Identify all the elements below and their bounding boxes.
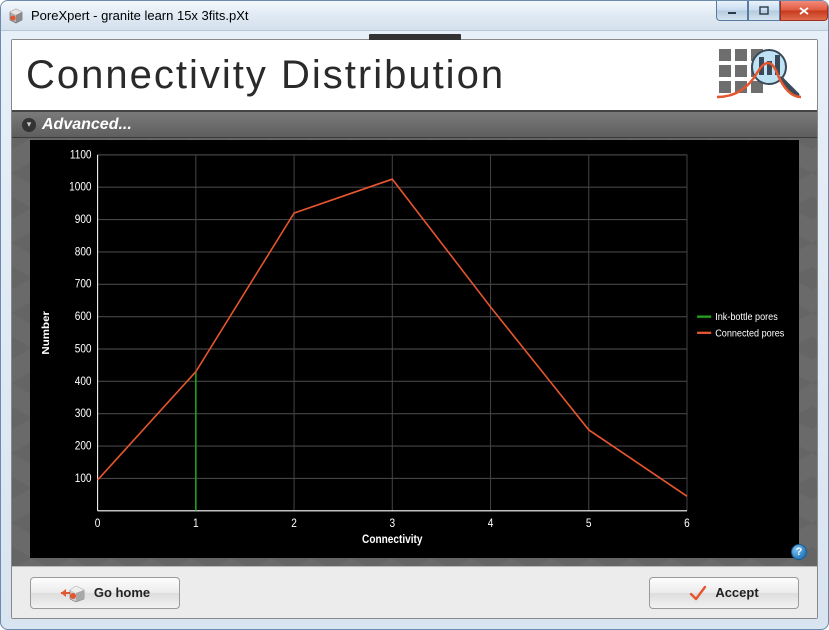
svg-text:900: 900 [75,213,92,226]
chart-area: 100 200 300 400 500 600 700 800 900 1000 1100 0 1 2 3 4… [12,138,817,566]
svg-text:1000: 1000 [69,181,91,194]
app-icon [7,7,25,25]
accept-label: Accept [715,585,758,600]
svg-text:3: 3 [389,517,395,530]
go-home-button[interactable]: Go home [30,577,180,609]
svg-text:300: 300 [75,408,92,421]
window-controls [716,1,828,21]
svg-text:4: 4 [488,517,494,530]
check-icon [689,585,707,601]
chart-panel: 100 200 300 400 500 600 700 800 900 1000 1100 0 1 2 3 4… [30,140,799,558]
svg-text:Number: Number [41,310,52,354]
svg-text:0: 0 [95,517,101,530]
page-title: Connectivity Distribution [26,53,713,98]
svg-text:600: 600 [75,311,92,324]
svg-text:200: 200 [75,440,92,453]
svg-text:1100: 1100 [70,149,92,162]
svg-text:400: 400 [75,375,92,388]
svg-text:Connectivity: Connectivity [362,534,422,547]
svg-text:2: 2 [291,517,297,530]
go-home-label: Go home [94,585,150,600]
chart-svg: 100 200 300 400 500 600 700 800 900 1000 1100 0 1 2 3 4… [31,141,798,557]
svg-text:Connected pores: Connected pores [715,328,784,340]
accept-button[interactable]: Accept [649,577,799,609]
maximize-button[interactable] [748,1,780,21]
advanced-label: Advanced... [42,116,132,134]
svg-text:Ink-bottle pores: Ink-bottle pores [715,312,778,324]
footer: Go home Accept [12,566,817,618]
chevron-down-icon: ▾ [22,118,36,132]
titlebar[interactable]: PoreXpert - granite learn 15x 3fits.pXt [1,1,828,31]
home-icon [60,584,86,602]
svg-text:700: 700 [75,278,92,291]
help-icon[interactable]: ? [791,544,807,560]
logo-icon [713,45,803,105]
app-window: PoreXpert - granite learn 15x 3fits.pXt … [0,0,829,630]
page-header: Connectivity Distribution [12,40,817,112]
svg-text:1: 1 [193,517,199,530]
svg-text:800: 800 [75,246,92,259]
svg-text:500: 500 [75,343,92,356]
advanced-toggle[interactable]: ▾ Advanced... [12,112,817,138]
window-title: PoreXpert - granite learn 15x 3fits.pXt [31,8,822,23]
svg-text:5: 5 [586,517,592,530]
close-button[interactable] [780,1,828,21]
svg-text:6: 6 [684,517,690,530]
minimize-button[interactable] [716,1,748,21]
client-area: Connectivity Distribution [11,39,818,619]
svg-text:100: 100 [75,472,92,485]
